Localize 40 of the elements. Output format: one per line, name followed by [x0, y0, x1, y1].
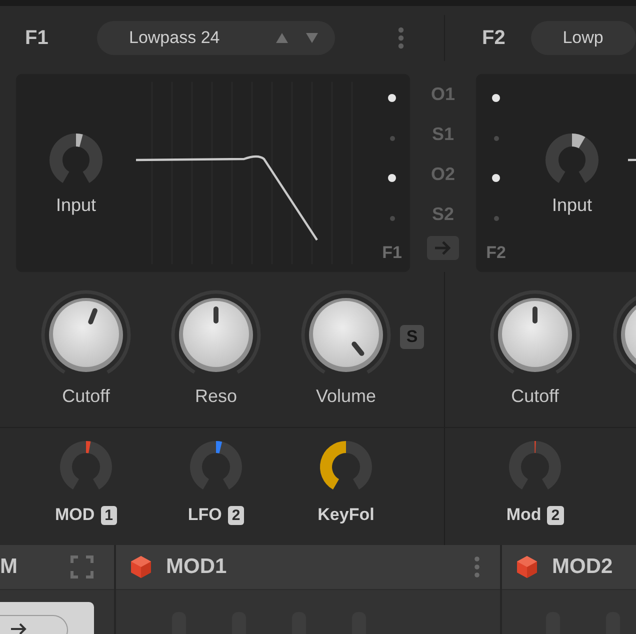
- module-title: MOD1: [166, 555, 227, 579]
- route-dot[interactable]: [494, 216, 498, 221]
- arrow-right-icon: [434, 241, 452, 255]
- preset-selector[interactable]: Lowpass 24: [97, 21, 335, 55]
- knob-label: Cutoff: [511, 386, 559, 407]
- source-number: 2: [547, 506, 564, 524]
- filter-label: F1: [382, 243, 402, 263]
- cube-icon: [516, 555, 538, 579]
- mod-source-label: MOD: [54, 505, 95, 525]
- mod-source-label: KeyFol: [318, 505, 374, 525]
- filter-label: F2: [486, 243, 506, 263]
- knob-label: Input: [56, 195, 96, 216]
- filter-label: F2: [482, 26, 506, 50]
- more-menu-icon[interactable]: [398, 27, 404, 49]
- knob-label: Reso: [194, 386, 238, 407]
- more-menu-icon[interactable]: [474, 556, 480, 578]
- expand-icon[interactable]: [70, 555, 94, 579]
- filter-label: F1: [25, 26, 50, 50]
- route-dot[interactable]: [494, 136, 498, 141]
- source-number: 2: [228, 506, 244, 524]
- down-arrow-icon[interactable]: [305, 32, 319, 44]
- route-dot[interactable]: [388, 94, 396, 102]
- knob-label: Cutoff: [62, 386, 110, 407]
- module-title: MOD2: [552, 555, 613, 579]
- mod-source-label: LFO: [188, 505, 222, 525]
- up-arrow-icon[interactable]: [275, 32, 289, 44]
- route-dot[interactable]: [390, 136, 394, 141]
- knob-label: Volume: [316, 386, 376, 407]
- knob-label: Input: [552, 195, 592, 216]
- preset-selector[interactable]: Lowp: [530, 21, 636, 55]
- route-dot[interactable]: [388, 174, 396, 182]
- cube-icon: [130, 555, 152, 579]
- module-title: M: [0, 555, 18, 579]
- arrow-right-icon: [10, 623, 28, 634]
- mod-source-label: Mod: [506, 505, 542, 525]
- route-arrow-button[interactable]: [427, 236, 459, 260]
- source-number: 1: [100, 506, 117, 524]
- route-dot[interactable]: [390, 216, 394, 221]
- route-dot[interactable]: [492, 94, 500, 102]
- route-dot[interactable]: [492, 174, 500, 182]
